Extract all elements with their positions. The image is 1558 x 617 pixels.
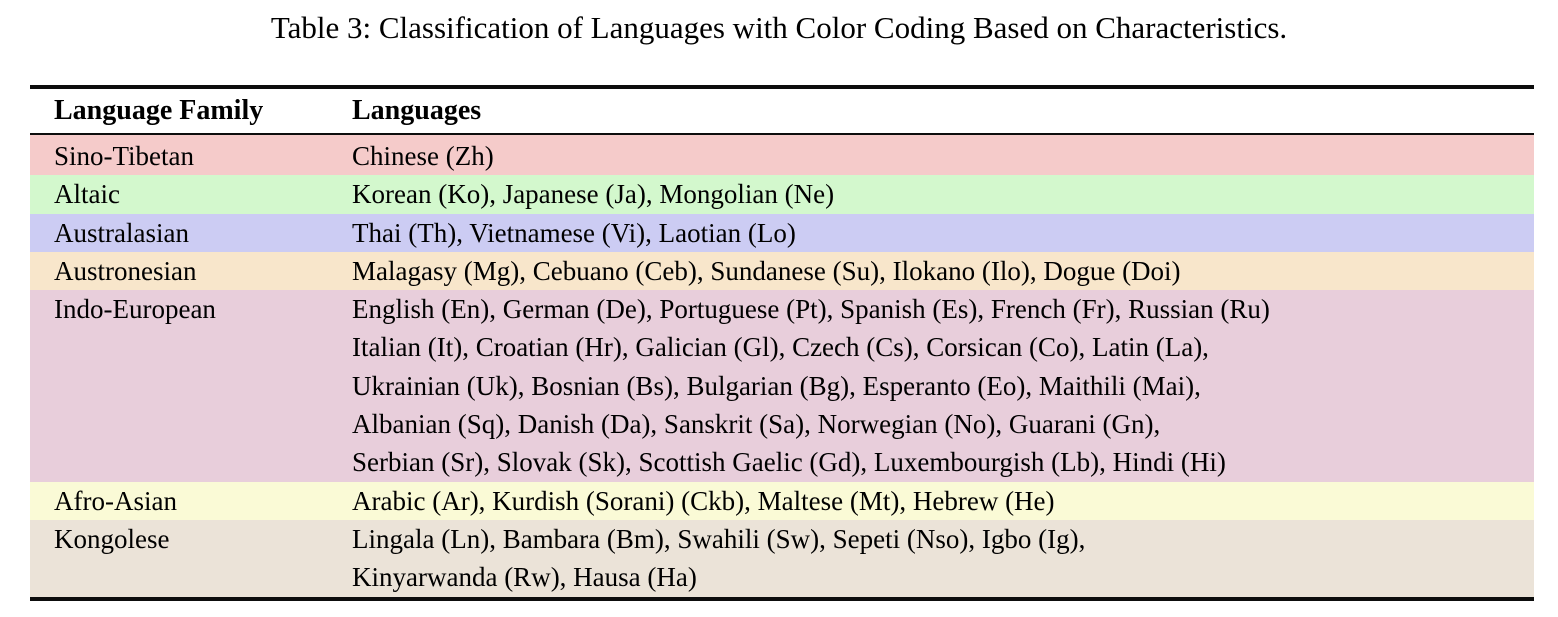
- family-cell: Australasian: [30, 214, 352, 252]
- family-cell: Altaic: [30, 175, 352, 213]
- languages-cell: Malagasy (Mg), Cebuano (Ceb), Sundanese …: [352, 252, 1534, 290]
- table-row: Indo-EuropeanEnglish (En), German (De), …: [30, 290, 1534, 481]
- table-body: Sino-TibetanChinese (Zh)AltaicKorean (Ko…: [30, 134, 1534, 599]
- family-cell: Austronesian: [30, 252, 352, 290]
- family-cell: Kongolese: [30, 520, 352, 599]
- paper-page: Table 3: Classification of Languages wit…: [0, 0, 1558, 617]
- header-row: Language Family Languages: [30, 87, 1534, 134]
- languages-cell: Thai (Th), Vietnamese (Vi), Laotian (Lo): [352, 214, 1534, 252]
- table-row: KongoleseLingala (Ln), Bambara (Bm), Swa…: [30, 520, 1534, 599]
- family-cell: Afro-Asian: [30, 482, 352, 520]
- languages-cell: English (En), German (De), Portuguese (P…: [352, 290, 1534, 481]
- languages-cell: Korean (Ko), Japanese (Ja), Mongolian (N…: [352, 175, 1534, 213]
- table-header: Language Family Languages: [30, 87, 1534, 134]
- table-row: Afro-AsianArabic (Ar), Kurdish (Sorani) …: [30, 482, 1534, 520]
- header-language-family: Language Family: [30, 87, 352, 134]
- header-languages: Languages: [352, 87, 1534, 134]
- table-row: AustronesianMalagasy (Mg), Cebuano (Ceb)…: [30, 252, 1534, 290]
- language-table-container: Language Family Languages Sino-TibetanCh…: [30, 85, 1534, 601]
- family-cell: Indo-European: [30, 290, 352, 481]
- languages-cell: Lingala (Ln), Bambara (Bm), Swahili (Sw)…: [352, 520, 1534, 599]
- languages-cell: Chinese (Zh): [352, 134, 1534, 175]
- table-row: AltaicKorean (Ko), Japanese (Ja), Mongol…: [30, 175, 1534, 213]
- languages-cell: Arabic (Ar), Kurdish (Sorani) (Ckb), Mal…: [352, 482, 1534, 520]
- table-row: Sino-TibetanChinese (Zh): [30, 134, 1534, 175]
- language-classification-table: Language Family Languages Sino-TibetanCh…: [30, 85, 1534, 601]
- family-cell: Sino-Tibetan: [30, 134, 352, 175]
- table-row: AustralasianThai (Th), Vietnamese (Vi), …: [30, 214, 1534, 252]
- table-caption: Table 3: Classification of Languages wit…: [0, 8, 1558, 48]
